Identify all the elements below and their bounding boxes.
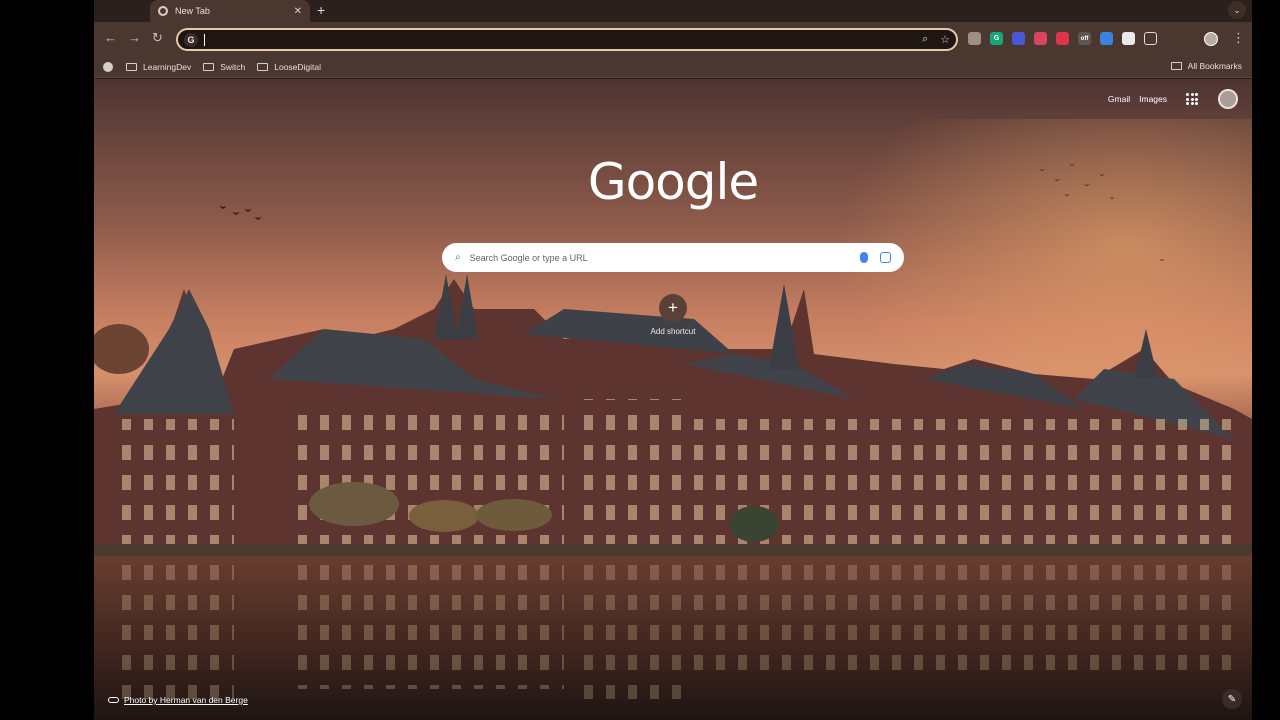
tab-search-button[interactable]: ⌄: [1228, 1, 1246, 19]
all-bookmarks-label: All Bookmarks: [1187, 61, 1242, 71]
folder-icon: [126, 62, 137, 71]
ext-1-icon[interactable]: [968, 32, 981, 45]
bookmark-label: Switch: [220, 61, 246, 72]
gmail-link[interactable]: Gmail: [1108, 94, 1130, 104]
all-bookmarks-button[interactable]: All Bookmarks: [1170, 61, 1242, 71]
account-avatar[interactable]: [1218, 89, 1238, 109]
zoom-icon[interactable]: ⌕: [922, 33, 928, 46]
google-g-icon: G: [184, 32, 198, 47]
reload-button[interactable]: ↻: [152, 31, 163, 45]
new-tab-page: Gmail Images Google ⌕ + Add shortcut Pho…: [94, 79, 1252, 720]
profile-button[interactable]: [1204, 32, 1218, 46]
bookmark-label: LooseDigital: [274, 61, 322, 72]
folder-icon: [203, 62, 215, 71]
ext-off-icon[interactable]: off: [1078, 32, 1091, 45]
folder-icon: [1170, 62, 1182, 70]
extensions-area: Goff: [968, 32, 1157, 45]
toolbar: ← → ↻ G ⌕ ☆ Goff ⋮: [94, 22, 1252, 56]
google-apps-icon[interactable]: [1186, 93, 1198, 105]
chrome-menu-button[interactable]: ⋮: [1232, 30, 1245, 46]
customize-chrome-button[interactable]: ✎: [1222, 689, 1242, 709]
images-link[interactable]: Images: [1139, 94, 1167, 104]
bookmark-loosedigital[interactable]: LooseDigital: [257, 62, 321, 72]
ext-4-icon[interactable]: [1034, 32, 1047, 45]
chrome-icon: [158, 6, 168, 16]
back-button[interactable]: ←: [104, 31, 117, 45]
search-icon: ⌕: [455, 252, 461, 263]
browser-window: New Tab ✕ + ⌄ ← → ↻ G ⌕ ☆ Goff ⋮ Learnin…: [94, 0, 1252, 720]
bookmark-learningdev[interactable]: LearningDev: [126, 62, 191, 72]
plus-icon: +: [659, 294, 687, 322]
tab-title: New Tab: [175, 6, 210, 16]
close-tab-icon[interactable]: ✕: [294, 6, 302, 17]
photo-credit-label: Photo by Herman van den Berge: [124, 695, 248, 705]
add-shortcut-label: Add shortcut: [650, 327, 696, 336]
search-box[interactable]: ⌕: [442, 243, 904, 272]
ext-7-icon[interactable]: [1100, 32, 1113, 45]
grammarly-icon[interactable]: G: [990, 32, 1003, 45]
text-cursor: [204, 33, 205, 46]
top-links: Gmail Images: [1108, 89, 1238, 109]
microphone-icon[interactable]: [860, 252, 868, 263]
bookmark-label: LearningDev: [143, 61, 192, 72]
forward-button[interactable]: →: [128, 31, 141, 45]
folder-icon: [257, 62, 269, 71]
bookmarks-bar: LearningDev Switch LooseDigital All Book…: [94, 56, 1252, 78]
search-input[interactable]: [469, 252, 850, 263]
add-shortcut-tile[interactable]: + Add shortcut: [647, 294, 699, 336]
bookmark-star-icon[interactable]: ☆: [940, 33, 950, 46]
ext-8-icon[interactable]: [1122, 32, 1135, 45]
tab-strip: New Tab ✕ + ⌄: [94, 0, 1252, 22]
bookmark-switch[interactable]: Switch: [203, 62, 245, 72]
photo-credit-link[interactable]: Photo by Herman van den Berge: [108, 695, 248, 705]
ext-5-icon[interactable]: [1056, 32, 1069, 45]
ext-3-icon[interactable]: [1012, 32, 1025, 45]
link-icon: [108, 697, 119, 703]
extensions-puzzle-icon[interactable]: [1144, 32, 1157, 45]
new-tab-button[interactable]: +: [317, 2, 325, 18]
google-logo: Google: [587, 153, 759, 211]
address-bar[interactable]: G ⌕ ☆: [176, 28, 958, 51]
google-lens-icon[interactable]: [880, 252, 891, 263]
tab-new-tab[interactable]: New Tab ✕: [150, 0, 310, 22]
globe-icon[interactable]: [103, 61, 113, 72]
